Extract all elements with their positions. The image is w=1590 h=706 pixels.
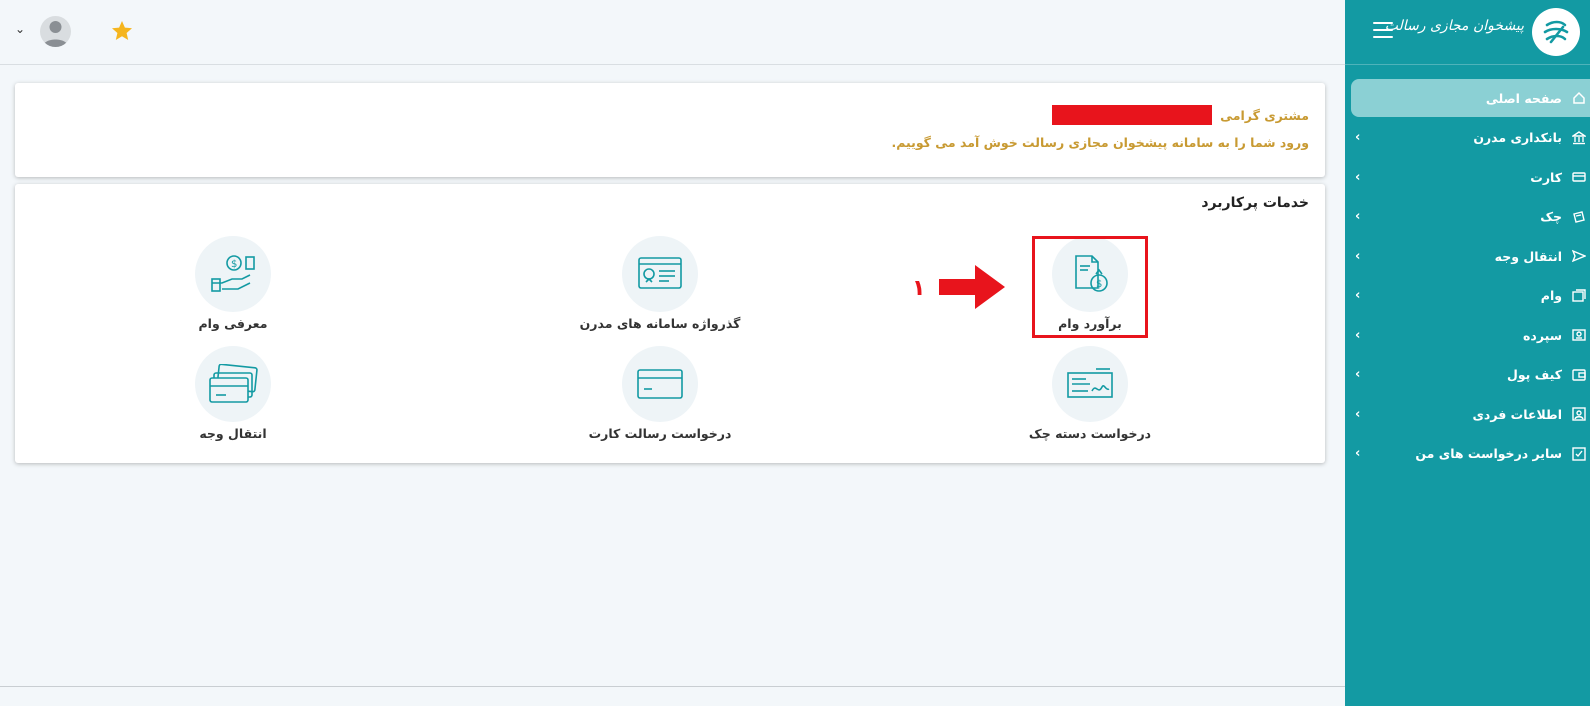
service-label: انتقال وجه [199, 426, 267, 441]
card-request-icon [622, 346, 698, 422]
welcome-card: مشتری گرامی ورود شما را به سامانه پیشخوا… [15, 83, 1325, 177]
greeting-line: مشتری گرامی [1052, 105, 1309, 125]
chevron-left-icon: ‹ [1355, 406, 1361, 422]
frequent-services-card: خدمات پرکاربرد $ برآورد وام گذرواژه ساما… [15, 184, 1325, 463]
deposit-icon [1572, 329, 1586, 341]
sidebar-item-deposit[interactable]: سپرده ‹ [1345, 316, 1590, 356]
account-dropdown-chevron-icon[interactable]: ⌄ [15, 22, 25, 36]
chevron-left-icon: ‹ [1355, 446, 1361, 462]
service-label: گذرواژه سامانه های مدرن [579, 316, 741, 331]
chevron-left-icon: ‹ [1355, 130, 1361, 146]
sidebar-item-label: کیف پول [1507, 367, 1562, 383]
greeting-text: مشتری گرامی [1220, 107, 1309, 123]
sidebar-item-label: اطلاعات فردی [1472, 406, 1562, 422]
money-transfer-icon [195, 346, 271, 422]
card-icon [1572, 172, 1586, 182]
chevron-left-icon: ‹ [1355, 367, 1361, 383]
service-label: درخواست رسالت کارت [588, 426, 732, 441]
sidebar-item-label: سپرده [1523, 327, 1562, 343]
sidebar-menu: صفحه اصلی بانکداری مدرن ‹ کارت ‹ چک ‹ ان… [1345, 79, 1590, 474]
sidebar-item-wallet[interactable]: کیف پول ‹ [1345, 355, 1590, 395]
chevron-left-icon: ‹ [1355, 288, 1361, 304]
tutorial-highlight-box [1032, 236, 1148, 338]
sidebar-item-label: وام [1540, 288, 1562, 304]
sidebar-item-personal-info[interactable]: اطلاعات فردی ‹ [1345, 395, 1590, 435]
sidebar-item-cheque[interactable]: چک ‹ [1345, 197, 1590, 237]
sidebar-item-label: صفحه اصلی [1485, 90, 1562, 106]
sidebar-item-modern-banking[interactable]: بانکداری مدرن ‹ [1345, 118, 1590, 158]
top-bar: ⌄ [0, 0, 1345, 65]
service-modern-password[interactable]: گذرواژه سامانه های مدرن [560, 236, 760, 331]
service-chequebook-request[interactable]: درخواست دسته چک [990, 346, 1190, 441]
frequent-services-title: خدمات پرکاربرد [1201, 195, 1309, 211]
welcome-message: ورود شما را به سامانه پیشخوان مجازی رسال… [891, 135, 1309, 150]
sidebar-item-loan[interactable]: وام ‹ [1345, 276, 1590, 316]
bank-icon [1572, 130, 1586, 144]
footer-divider [0, 686, 1345, 687]
user-avatar[interactable] [40, 16, 71, 47]
chevron-left-icon: ‹ [1355, 209, 1361, 225]
home-icon [1573, 91, 1585, 104]
sidebar-item-label: چک [1540, 209, 1562, 225]
sidebar-item-card[interactable]: کارت ‹ [1345, 158, 1590, 198]
sidebar-item-label: انتقال وجه [1494, 248, 1562, 264]
loan-intro-icon: $ [195, 236, 271, 312]
send-icon [1572, 250, 1586, 263]
service-label: معرفی وام [198, 316, 268, 331]
modern-password-icon [622, 236, 698, 312]
tutorial-step-number: ۱ [912, 276, 926, 301]
sidebar-item-home[interactable]: صفحه اصلی [1351, 79, 1590, 117]
checklist-icon [1572, 447, 1586, 461]
sidebar-header: پیشخوان مجازی رسالت [1345, 0, 1590, 65]
tutorial-arrow-icon [939, 265, 1005, 309]
service-card-request[interactable]: درخواست رسالت کارت [560, 346, 760, 441]
service-label: درخواست دسته چک [1028, 426, 1152, 441]
favorites-star-icon[interactable] [110, 19, 134, 43]
chevron-left-icon: ‹ [1355, 248, 1361, 264]
chevron-left-icon: ‹ [1355, 169, 1361, 185]
menu-toggle-icon[interactable] [1373, 22, 1393, 38]
chevron-left-icon: ‹ [1355, 327, 1361, 343]
profile-icon [1572, 407, 1586, 421]
sidebar-item-label: بانکداری مدرن [1473, 130, 1562, 146]
sidebar: پیشخوان مجازی رسالت صفحه اصلی بانکداری م… [1345, 0, 1590, 706]
redacted-customer-name [1052, 105, 1213, 125]
sidebar-item-label: سایر درخواست های من [1415, 446, 1562, 462]
chequebook-icon [1052, 346, 1128, 422]
cheque-icon [1573, 210, 1585, 223]
loan-icon [1572, 289, 1586, 302]
wallet-icon [1572, 369, 1586, 381]
sidebar-item-other-requests[interactable]: سایر درخواست های من ‹ [1345, 434, 1590, 474]
service-money-transfer[interactable]: انتقال وجه [133, 346, 333, 441]
service-loan-intro[interactable]: $ معرفی وام [133, 236, 333, 331]
svg-text:$: $ [231, 259, 237, 270]
sidebar-item-label: کارت [1530, 169, 1562, 185]
sidebar-item-money-transfer[interactable]: انتقال وجه ‹ [1345, 237, 1590, 277]
bank-logo[interactable] [1532, 8, 1580, 56]
bank-logo-text: پیشخوان مجازی رسالت [1384, 18, 1524, 34]
